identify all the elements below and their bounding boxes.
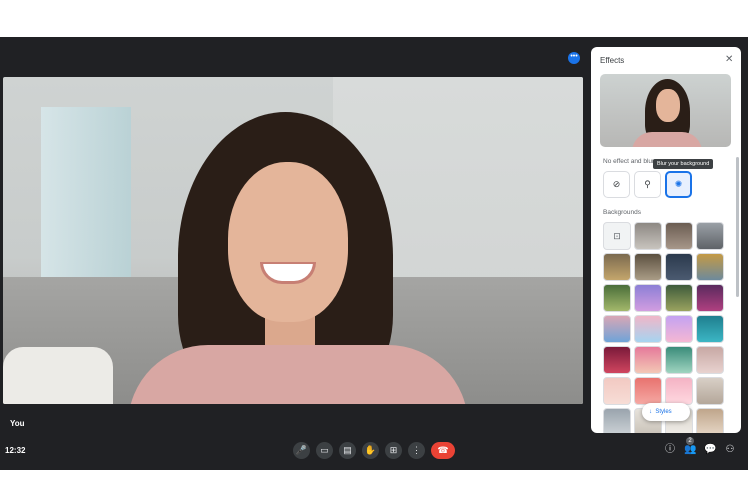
blur-background-icon[interactable]: ✺	[665, 171, 692, 198]
meeting-clock: 12:32	[5, 446, 26, 455]
more-options-icon[interactable]: •••	[568, 52, 580, 64]
hand-icon[interactable]: ✋	[362, 442, 379, 459]
blur-tooltip: Blur your background	[653, 159, 714, 169]
effect-options: ⊘ ⚲ ✺	[603, 171, 692, 198]
info-icon[interactable]: ⓘ	[664, 443, 676, 457]
slight-blur-icon[interactable]: ⚲	[634, 171, 661, 198]
background-tile[interactable]	[696, 222, 724, 250]
styles-button[interactable]: ↓ Styles	[642, 403, 690, 421]
end-call-button[interactable]: ☎	[431, 442, 455, 459]
no-effect-icon[interactable]: ⊘	[603, 171, 630, 198]
background-tile[interactable]	[696, 284, 724, 312]
participant-count-badge: 2	[686, 437, 694, 445]
effect-preview	[600, 74, 731, 147]
activities-icon[interactable]: ⚇	[724, 443, 736, 457]
background-tile[interactable]	[696, 253, 724, 281]
background-tile[interactable]	[665, 222, 693, 250]
backgrounds-label: Backgrounds	[603, 209, 641, 216]
background-tile[interactable]	[634, 284, 662, 312]
background-tile[interactable]	[665, 315, 693, 343]
mic-icon[interactable]: 🎤	[293, 442, 310, 459]
background-tile[interactable]	[603, 315, 631, 343]
chat-icon[interactable]: 💬	[704, 443, 716, 457]
effects-panel: Effects ✕ No effect and blur Blur your b…	[591, 47, 741, 433]
call-controls: 🎤 ▭ ▤ ✋ ⊞ ⋮ ☎	[293, 442, 455, 459]
background-tile[interactable]	[665, 253, 693, 281]
background-tile[interactable]	[634, 377, 662, 405]
people-icon[interactable]: 👥 2	[684, 437, 696, 457]
background-tile[interactable]	[696, 315, 724, 343]
background-tile[interactable]	[634, 253, 662, 281]
background-tile[interactable]	[665, 284, 693, 312]
background-tile[interactable]	[665, 377, 693, 405]
background-tile[interactable]	[634, 346, 662, 374]
background-tile[interactable]	[634, 222, 662, 250]
arrow-down-icon: ↓	[649, 409, 652, 415]
background-tile[interactable]	[603, 253, 631, 281]
background-tile[interactable]	[665, 346, 693, 374]
background-tile[interactable]	[603, 346, 631, 374]
background-tile[interactable]	[634, 315, 662, 343]
self-name-label: You	[10, 419, 25, 428]
more-vert-icon[interactable]: ⋮	[408, 442, 425, 459]
close-icon[interactable]: ✕	[725, 54, 733, 65]
background-tile[interactable]	[696, 377, 724, 405]
side-controls: ⓘ 👥 2 💬 ⚇	[664, 437, 736, 457]
present-icon[interactable]: ⊞	[385, 442, 402, 459]
camera-icon[interactable]: ▭	[316, 442, 333, 459]
panel-title: Effects	[600, 56, 625, 65]
upload-background-icon[interactable]: ⊡	[603, 222, 631, 250]
background-tile[interactable]	[696, 408, 724, 433]
self-video	[3, 77, 583, 404]
panel-scrollbar[interactable]	[736, 157, 739, 297]
background-grid: ⊡	[603, 222, 724, 433]
background-tile[interactable]	[603, 408, 631, 433]
styles-label: Styles	[655, 409, 672, 415]
background-tile[interactable]	[696, 346, 724, 374]
no-effect-label: No effect and blur	[603, 158, 655, 165]
background-tile[interactable]	[603, 377, 631, 405]
background-tile[interactable]	[603, 284, 631, 312]
captions-icon[interactable]: ▤	[339, 442, 356, 459]
